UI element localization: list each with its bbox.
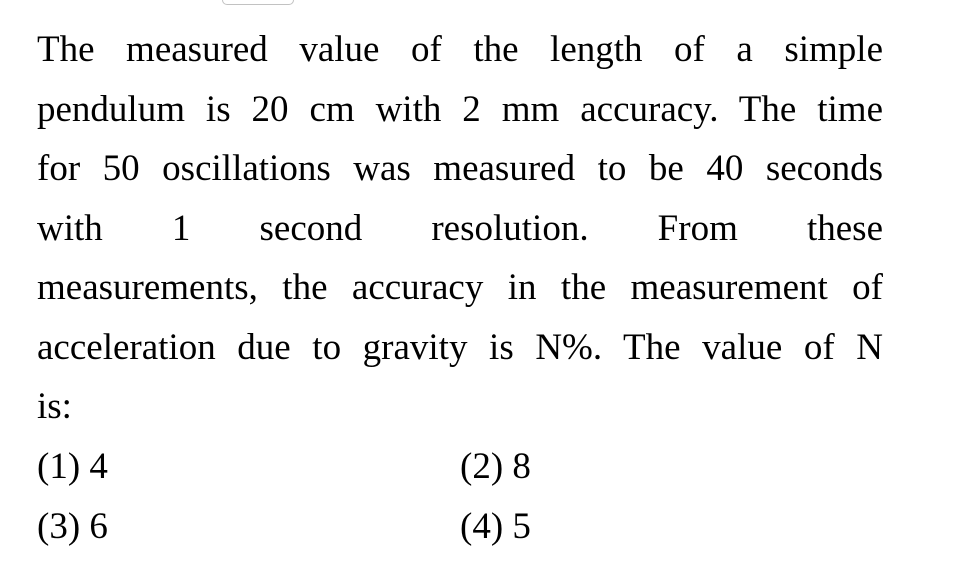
option-3: (3) 6: [37, 505, 108, 547]
question-line: pendulum is 20 cm with 2 mm accuracy. Th…: [37, 88, 883, 130]
options-row: (3) 6 (4) 5: [37, 497, 883, 557]
question-text: The measured value of the length of a si…: [37, 20, 883, 437]
question-line: acceleration due to gravity is N%. The v…: [37, 326, 883, 368]
answer-options: (1) 4 (2) 8 (3) 6 (4) 5: [37, 437, 883, 556]
option-1: (1) 4: [37, 446, 108, 487]
question-line: with 1 second resolution. From these: [37, 207, 883, 249]
top-cut-mark: [222, 0, 294, 5]
question-line: measurements, the accuracy in the measur…: [37, 267, 883, 308]
option-2: (2) 8: [460, 446, 531, 487]
options-row: (1) 4 (2) 8: [37, 437, 883, 497]
question-line: is:: [37, 386, 72, 427]
question-line: The measured value of the length of a si…: [37, 29, 883, 70]
question-line: for 50 oscillations was measured to be 4…: [37, 148, 883, 189]
option-4: (4) 5: [460, 505, 531, 547]
